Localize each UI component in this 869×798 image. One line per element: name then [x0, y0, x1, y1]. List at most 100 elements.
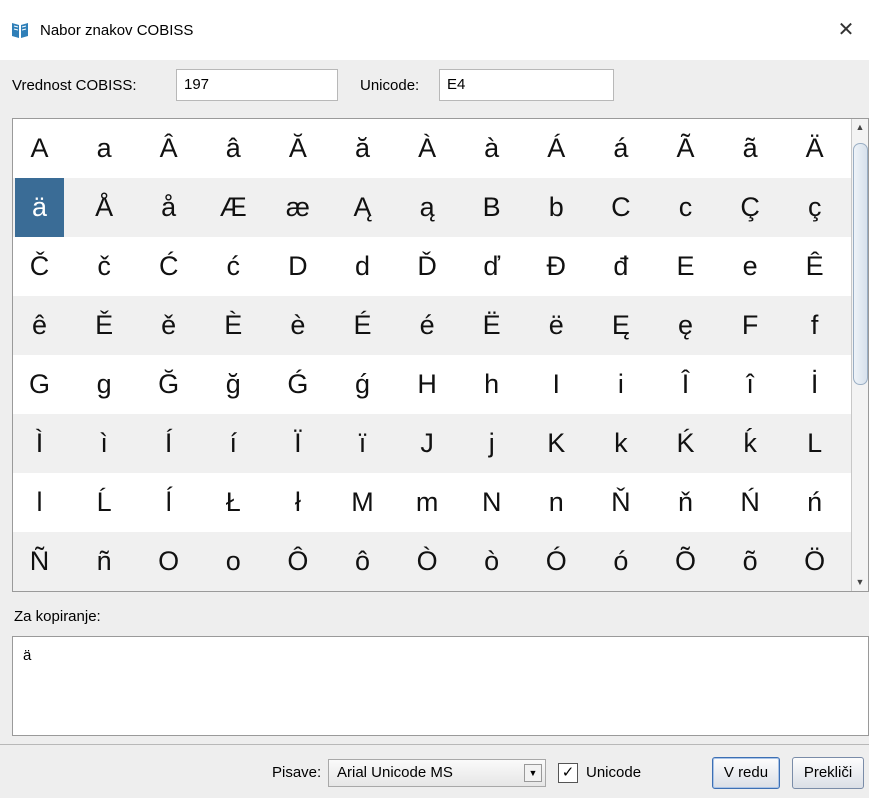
- character-cell[interactable]: Ä: [790, 119, 839, 178]
- character-cell[interactable]: m: [403, 473, 452, 532]
- character-cell[interactable]: ĺ: [144, 473, 193, 532]
- character-cell[interactable]: Ô: [273, 532, 322, 591]
- character-cell[interactable]: ì: [80, 414, 129, 473]
- character-cell[interactable]: d: [338, 237, 387, 296]
- character-cell[interactable]: g: [80, 355, 129, 414]
- character-cell[interactable]: ï: [338, 414, 387, 473]
- character-cell[interactable]: Ą: [338, 178, 387, 237]
- character-cell[interactable]: k: [596, 414, 645, 473]
- character-cell[interactable]: ó: [596, 532, 645, 591]
- character-cell[interactable]: ǵ: [338, 355, 387, 414]
- close-button[interactable]: ✕: [823, 10, 869, 50]
- character-cell[interactable]: Ç: [726, 178, 775, 237]
- character-cell[interactable]: N: [467, 473, 516, 532]
- character-cell[interactable]: Î: [661, 355, 710, 414]
- character-cell[interactable]: b: [532, 178, 581, 237]
- character-cell[interactable]: h: [467, 355, 516, 414]
- character-cell[interactable]: Ò: [403, 532, 452, 591]
- character-cell[interactable]: È: [209, 296, 258, 355]
- character-cell[interactable]: K: [532, 414, 581, 473]
- character-cell[interactable]: ď: [467, 237, 516, 296]
- character-cell[interactable]: æ: [273, 178, 322, 237]
- character-cell[interactable]: ğ: [209, 355, 258, 414]
- character-cell[interactable]: Ö: [790, 532, 839, 591]
- character-cell[interactable]: ç: [790, 178, 839, 237]
- scroll-up-icon[interactable]: ▲: [852, 119, 868, 136]
- character-cell[interactable]: l: [15, 473, 64, 532]
- character-cell[interactable]: ä: [15, 178, 64, 237]
- character-cell[interactable]: C: [596, 178, 645, 237]
- unicode-checkbox[interactable]: ✓: [558, 763, 578, 783]
- character-cell[interactable]: Ó: [532, 532, 581, 591]
- cancel-button[interactable]: Prekliči: [792, 757, 864, 789]
- character-cell[interactable]: A: [15, 119, 64, 178]
- character-cell[interactable]: Â: [144, 119, 193, 178]
- character-cell[interactable]: F: [726, 296, 775, 355]
- character-cell[interactable]: ò: [467, 532, 516, 591]
- character-cell[interactable]: î: [726, 355, 775, 414]
- character-cell[interactable]: À: [403, 119, 452, 178]
- character-grid[interactable]: AaÂâĂăÀàÁáÃãÄäÅåÆæĄąBbCcÇçČčĆćDdĎďĐđEeÊê…: [13, 119, 853, 591]
- character-cell[interactable]: ě: [144, 296, 193, 355]
- character-cell[interactable]: Ǵ: [273, 355, 322, 414]
- character-cell[interactable]: Ğ: [144, 355, 193, 414]
- character-cell[interactable]: õ: [726, 532, 775, 591]
- character-cell[interactable]: è: [273, 296, 322, 355]
- character-cell[interactable]: e: [726, 237, 775, 296]
- character-cell[interactable]: ń: [790, 473, 839, 532]
- character-cell[interactable]: H: [403, 355, 452, 414]
- character-cell[interactable]: O: [144, 532, 193, 591]
- character-cell[interactable]: Ã: [661, 119, 710, 178]
- chevron-down-icon[interactable]: ▼: [524, 764, 542, 782]
- character-cell[interactable]: B: [467, 178, 516, 237]
- character-cell[interactable]: M: [338, 473, 387, 532]
- character-cell[interactable]: Å: [80, 178, 129, 237]
- character-cell[interactable]: ë: [532, 296, 581, 355]
- scrollbar-thumb[interactable]: [853, 143, 868, 385]
- character-cell[interactable]: Ł: [209, 473, 258, 532]
- character-cell[interactable]: D: [273, 237, 322, 296]
- character-cell[interactable]: Ḱ: [661, 414, 710, 473]
- character-cell[interactable]: Ě: [80, 296, 129, 355]
- character-cell[interactable]: o: [209, 532, 258, 591]
- character-cell[interactable]: ô: [338, 532, 387, 591]
- character-cell[interactable]: Č: [15, 237, 64, 296]
- vertical-scrollbar[interactable]: ▲ ▼: [851, 119, 868, 591]
- character-cell[interactable]: Ę: [596, 296, 645, 355]
- character-cell[interactable]: Æ: [209, 178, 258, 237]
- character-cell[interactable]: Ë: [467, 296, 516, 355]
- character-cell[interactable]: ć: [209, 237, 258, 296]
- character-cell[interactable]: á: [596, 119, 645, 178]
- copy-text-area[interactable]: ä: [12, 636, 869, 736]
- character-cell[interactable]: Ć: [144, 237, 193, 296]
- character-cell[interactable]: G: [15, 355, 64, 414]
- character-cell[interactable]: J: [403, 414, 452, 473]
- character-cell[interactable]: j: [467, 414, 516, 473]
- character-cell[interactable]: Ď: [403, 237, 452, 296]
- ok-button[interactable]: V redu: [712, 757, 780, 789]
- scroll-down-icon[interactable]: ▼: [852, 574, 868, 591]
- unicode-checkbox-label[interactable]: Unicode: [586, 764, 641, 781]
- character-cell[interactable]: Ń: [726, 473, 775, 532]
- character-cell[interactable]: ł: [273, 473, 322, 532]
- character-cell[interactable]: đ: [596, 237, 645, 296]
- character-cell[interactable]: í: [209, 414, 258, 473]
- character-cell[interactable]: Ï: [273, 414, 322, 473]
- character-cell[interactable]: L: [790, 414, 839, 473]
- character-cell[interactable]: ê: [15, 296, 64, 355]
- character-cell[interactable]: i: [596, 355, 645, 414]
- character-cell[interactable]: ę: [661, 296, 710, 355]
- character-cell[interactable]: à: [467, 119, 516, 178]
- character-cell[interactable]: â: [209, 119, 258, 178]
- character-cell[interactable]: Ň: [596, 473, 645, 532]
- font-select[interactable]: Arial Unicode MS ▼: [328, 759, 546, 787]
- character-cell[interactable]: Ñ: [15, 532, 64, 591]
- character-cell[interactable]: Õ: [661, 532, 710, 591]
- character-cell[interactable]: ă: [338, 119, 387, 178]
- character-cell[interactable]: Ì: [15, 414, 64, 473]
- character-cell[interactable]: a: [80, 119, 129, 178]
- character-cell[interactable]: ã: [726, 119, 775, 178]
- character-cell[interactable]: ą: [403, 178, 452, 237]
- character-cell[interactable]: c: [661, 178, 710, 237]
- character-cell[interactable]: č: [80, 237, 129, 296]
